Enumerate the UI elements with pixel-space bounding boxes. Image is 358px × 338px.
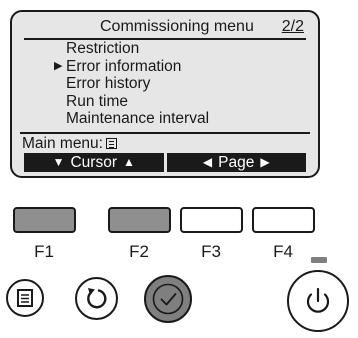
menu-button[interactable] [6,279,44,317]
softkey-cursor: ▼ Cursor ▲ [24,153,164,172]
main-menu-hint: Main menu: [22,135,117,152]
softkey-page: ◀ Page ▶ [166,153,306,172]
f4-label: F4 [273,242,293,261]
softkey-label: Page [218,154,255,171]
check-icon [152,283,184,315]
menu-item-error-information[interactable]: ▶ Error information [26,58,306,76]
operation-led [311,257,327,263]
menu-item-run-time[interactable]: Run time [26,93,306,111]
f1-button[interactable] [13,207,76,233]
triangle-up-icon: ▲ [123,155,135,169]
menu-icon [17,289,33,307]
menu-icon [105,138,117,149]
main-menu-label: Main menu: [22,135,103,152]
f1-label: F1 [34,242,54,261]
lcd-screen: Commissioning menu 2/2 Restriction ▶ Err… [10,10,320,178]
return-button[interactable] [75,277,118,320]
menu-item-label: Restriction [66,40,140,57]
page-indicator: 2/2 [281,18,304,35]
f3-label: F3 [201,242,221,261]
triangle-right-icon: ▶ [260,155,270,169]
f2-label: F2 [129,242,149,261]
softkey-label: Cursor [70,154,117,171]
f4-button[interactable] [252,207,315,233]
lcd-header: Commissioning menu 2/2 [24,16,306,40]
menu-item-label: Run time [66,92,129,110]
select-button[interactable] [144,275,192,323]
menu-item-label: Error information [66,57,182,75]
menu-item-restriction[interactable]: Restriction [26,40,306,58]
return-icon [87,288,107,309]
f3-button[interactable] [180,207,243,233]
power-icon [306,287,330,313]
menu-list: Restriction ▶ Error information Error hi… [26,40,306,128]
lcd-divider [20,132,310,134]
selection-cursor-icon: ▶ [54,59,63,72]
triangle-left-icon: ◀ [202,155,213,169]
menu-item-maintenance-interval[interactable]: Maintenance interval [26,110,306,128]
menu-item-label: Error history [66,75,151,92]
softkey-bar: ▼ Cursor ▲ ◀ Page ▶ [24,153,306,172]
f2-button[interactable] [108,207,171,233]
screen-title: Commissioning menu [100,18,254,35]
menu-item-label: Maintenance interval [66,110,210,127]
triangle-down-icon: ▼ [52,155,65,169]
power-button[interactable] [287,270,349,332]
menu-item-error-history[interactable]: Error history [26,75,306,93]
